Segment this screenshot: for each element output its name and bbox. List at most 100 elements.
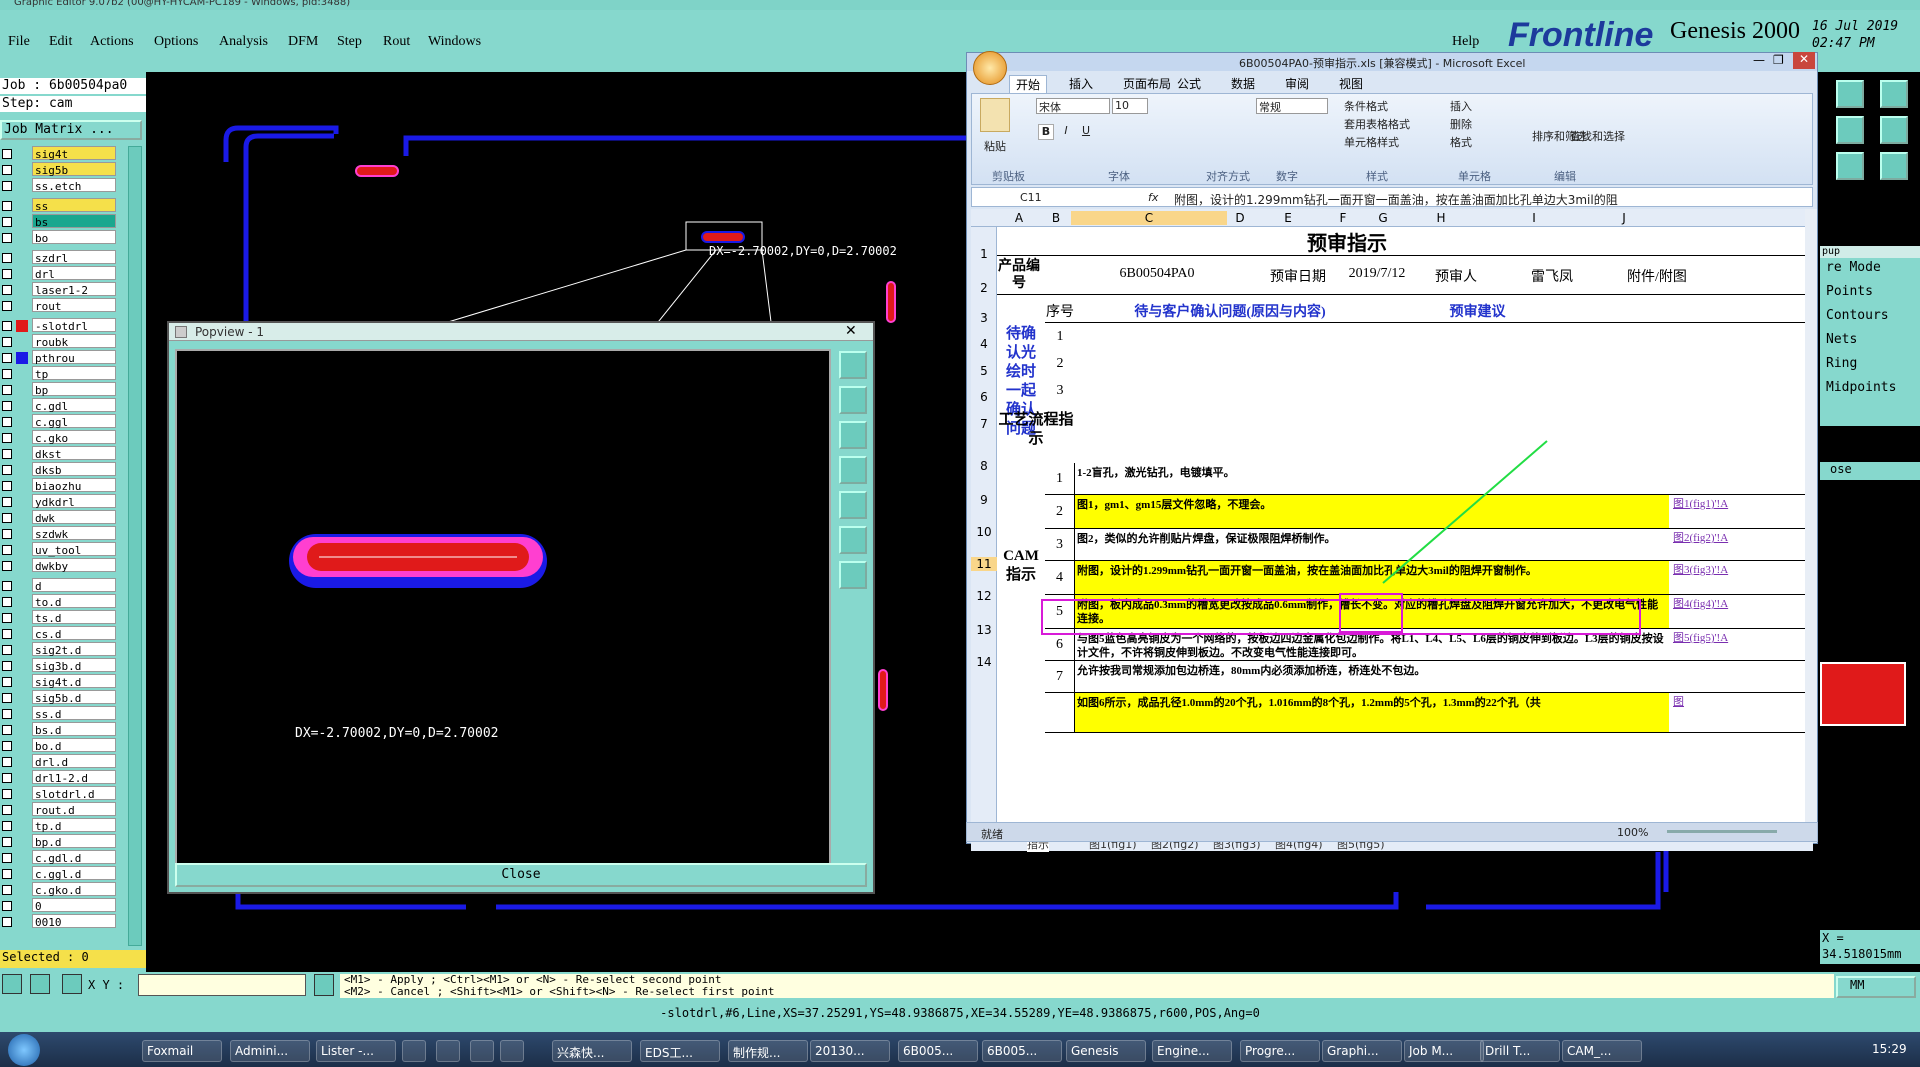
menu-edit[interactable]: Edit <box>49 34 72 50</box>
taskbar-item[interactable]: Engine... <box>1152 1040 1232 1062</box>
attachment-link[interactable] <box>1673 661 1753 692</box>
grid-icon[interactable] <box>62 974 82 994</box>
menu-file[interactable]: File <box>8 34 30 50</box>
layer-row[interactable]: dkst <box>0 446 146 461</box>
layer-checkbox[interactable] <box>2 321 12 331</box>
pan-right-icon[interactable] <box>839 491 867 519</box>
taskbar-item[interactable]: EDS工... <box>640 1040 720 1062</box>
layer-row[interactable]: dwk <box>0 510 146 525</box>
column-header[interactable]: H <box>1403 211 1479 225</box>
row-header[interactable]: 1 <box>971 247 997 261</box>
layer-row[interactable]: bo.d <box>0 738 146 753</box>
row-header[interactable]: 13 <box>971 623 997 637</box>
layer-checkbox[interactable] <box>2 757 12 767</box>
layer-row[interactable]: biaozhu <box>0 478 146 493</box>
layer-checkbox[interactable] <box>2 165 12 175</box>
layer-row[interactable]: pthrou <box>0 350 146 365</box>
layer-checkbox[interactable] <box>2 201 12 211</box>
alignment-buttons[interactable] <box>1168 98 1248 158</box>
taskbar-item[interactable]: Foxmail <box>142 1040 222 1062</box>
row-header[interactable]: 7 <box>971 417 997 431</box>
font-name-select[interactable]: 宋体 <box>1036 98 1110 114</box>
layer-row[interactable]: drl.d <box>0 754 146 769</box>
layer-row[interactable]: slotdrl.d <box>0 786 146 801</box>
layer-row[interactable]: roubk <box>0 334 146 349</box>
row-header[interactable]: 12 <box>971 589 997 603</box>
layer-row[interactable]: sig5b.d <box>0 690 146 705</box>
layer-row[interactable]: c.gdl <box>0 398 146 413</box>
format-cells-button[interactable]: 格式 <box>1450 134 1472 150</box>
layer-row[interactable]: sig5b <box>0 162 146 177</box>
layer-checkbox[interactable] <box>2 789 12 799</box>
attachment-link[interactable]: 图3(fig3)'!A <box>1673 561 1753 594</box>
pan-left-icon[interactable] <box>839 456 867 484</box>
cell-style-button[interactable]: 单元格样式 <box>1344 134 1399 150</box>
taskbar-item[interactable]: Drill T... <box>1480 1040 1560 1062</box>
row-header[interactable]: 2 <box>971 281 997 295</box>
layer-checkbox[interactable] <box>2 661 12 671</box>
layer-checkbox[interactable] <box>2 597 12 607</box>
layer-checkbox[interactable] <box>2 149 12 159</box>
snap-mode-item[interactable]: Midpoints <box>1820 378 1920 398</box>
apply-icon[interactable] <box>314 974 334 996</box>
layer-checkbox[interactable] <box>2 901 12 911</box>
menu-rout[interactable]: Rout <box>383 34 410 50</box>
layer-row[interactable]: sig2t.d <box>0 642 146 657</box>
layer-scrollbar[interactable] <box>128 146 142 946</box>
layer-checkbox[interactable] <box>2 853 12 863</box>
layer-row[interactable]: 0 <box>0 898 146 913</box>
layer-checkbox[interactable] <box>2 401 12 411</box>
minimize-icon[interactable]: — <box>1753 53 1765 67</box>
layer-checkbox[interactable] <box>2 677 12 687</box>
job-matrix-button[interactable]: Job Matrix ... <box>0 120 142 140</box>
layer-checkbox[interactable] <box>2 269 12 279</box>
layer-row[interactable]: uv_tool <box>0 542 146 557</box>
bold-icon[interactable]: B <box>1038 124 1054 140</box>
layer-row[interactable]: c.ggl <box>0 414 146 429</box>
layer-row[interactable]: rout.d <box>0 802 146 817</box>
ribbon-tab[interactable]: 插入 <box>1063 75 1099 92</box>
ribbon-tab[interactable]: 数据 <box>1225 75 1261 92</box>
fx-icon[interactable]: fx <box>1148 191 1158 204</box>
italic-icon[interactable]: I <box>1058 124 1074 140</box>
layer-checkbox[interactable] <box>2 709 12 719</box>
ribbon-tab[interactable]: 视图 <box>1333 75 1369 92</box>
layer-row[interactable]: drl <box>0 266 146 281</box>
close-icon[interactable]: ✕ <box>845 323 857 339</box>
column-header[interactable]: E <box>1253 211 1323 225</box>
taskbar-item[interactable] <box>436 1040 460 1062</box>
tool-icon-1[interactable] <box>2 974 22 994</box>
taskbar-item[interactable]: CAM_... <box>1562 1040 1642 1062</box>
paste-icon[interactable] <box>980 98 1010 132</box>
layer-row[interactable]: to.d <box>0 594 146 609</box>
taskbar-item[interactable] <box>470 1040 494 1062</box>
layer-checkbox[interactable] <box>2 217 12 227</box>
slot-feature[interactable] <box>355 165 399 177</box>
layer-row[interactable]: ss.etch <box>0 178 146 193</box>
layer-row[interactable]: -slotdrl <box>0 318 146 333</box>
layer-row[interactable]: c.gko.d <box>0 882 146 897</box>
layer-row[interactable]: bs.d <box>0 722 146 737</box>
layer-row[interactable]: tp <box>0 366 146 381</box>
layer-checkbox[interactable] <box>2 869 12 879</box>
column-header[interactable]: B <box>1041 211 1071 225</box>
column-header[interactable]: G <box>1363 211 1403 225</box>
layer-row[interactable]: sig4t <box>0 146 146 161</box>
start-button[interactable] <box>8 1034 40 1066</box>
column-header[interactable]: A <box>997 211 1041 225</box>
delete-cells-button[interactable]: 删除 <box>1450 116 1472 132</box>
taskbar-item[interactable]: Genesis <box>1066 1040 1146 1062</box>
layer-checkbox[interactable] <box>2 353 12 363</box>
snap-icon[interactable] <box>1880 116 1908 144</box>
name-box[interactable]: C11 <box>1020 191 1042 204</box>
layer-checkbox[interactable] <box>2 613 12 623</box>
layer-row[interactable]: bs <box>0 214 146 229</box>
row-header[interactable]: 5 <box>971 364 997 378</box>
layer-checkbox[interactable] <box>2 741 12 751</box>
row-header[interactable]: 3 <box>971 311 997 325</box>
layer-row[interactable]: bp.d <box>0 834 146 849</box>
snap-mode-item[interactable]: Ring <box>1820 354 1920 374</box>
layer-checkbox[interactable] <box>2 581 12 591</box>
zoom-in-icon[interactable] <box>839 386 867 414</box>
layer-checkbox[interactable] <box>2 837 12 847</box>
